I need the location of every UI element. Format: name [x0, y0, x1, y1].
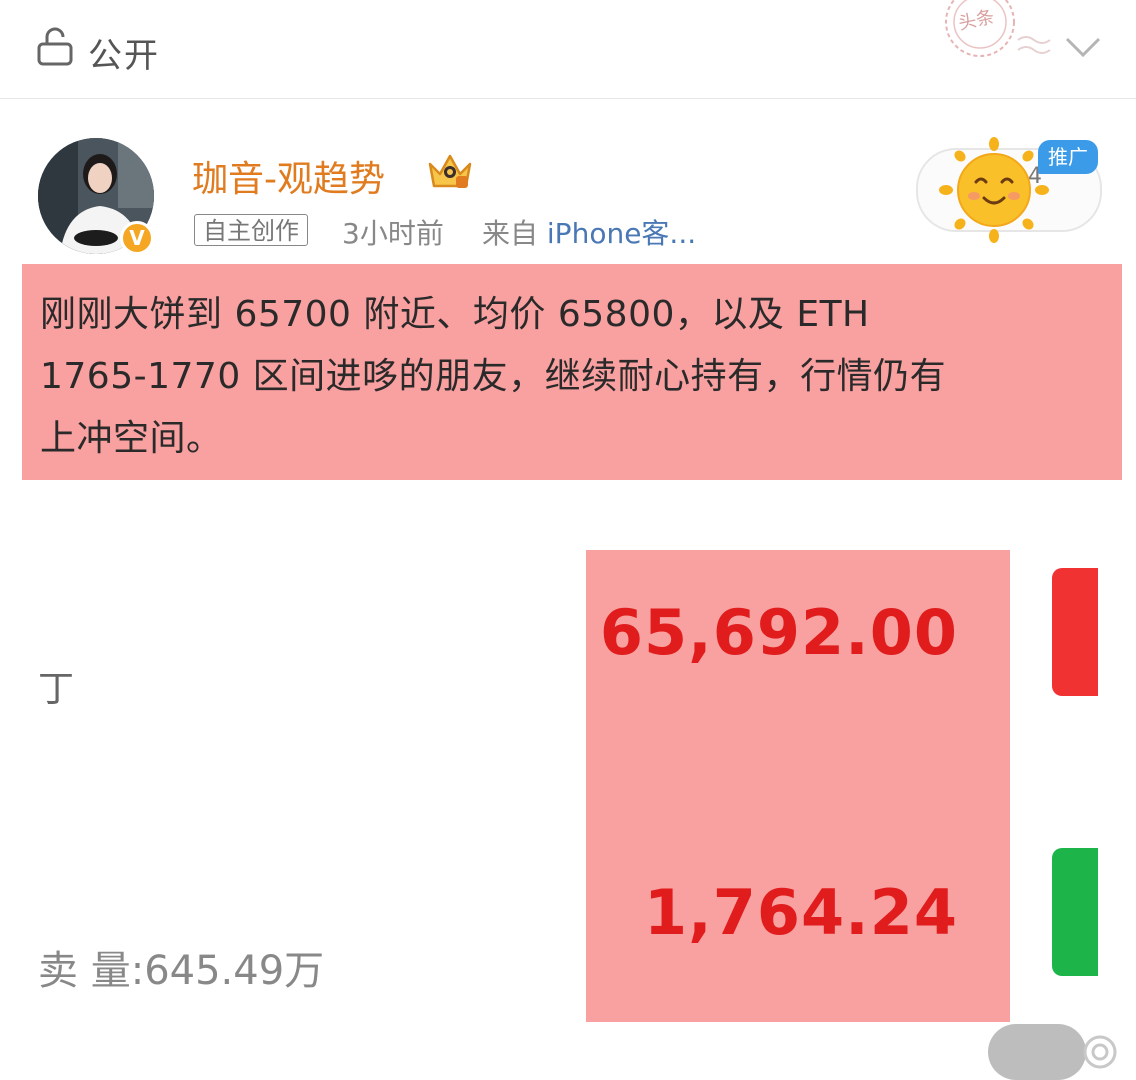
floating-button[interactable]: [988, 1024, 1086, 1080]
post-time: 3小时前: [342, 217, 444, 250]
source-brand[interactable]: iPhone客...: [547, 217, 696, 250]
privacy-label[interactable]: 公开: [88, 28, 160, 77]
promo-badge[interactable]: 推广: [1038, 140, 1098, 174]
edge-icon: [1083, 1035, 1117, 1069]
volume-text: 卖 量:645.49万: [38, 948, 325, 994]
post-text-line: 刚刚大饼到 65700 附近、均价 65800，以及 ETH: [40, 294, 870, 335]
lock-icon[interactable]: [36, 26, 74, 66]
down-indicator-bar: [1052, 848, 1098, 976]
post-text: 刚刚大饼到 65700 附近、均价 65800，以及 ETH 1765-1770…: [22, 264, 1122, 480]
author-name[interactable]: 珈音-观趋势: [192, 150, 385, 202]
chevron-down-icon[interactable]: [1064, 34, 1102, 60]
up-indicator-bar: [1052, 568, 1098, 696]
partial-text: 丁: [38, 669, 75, 710]
btc-price: 65,692.00: [599, 596, 958, 669]
sun-icon[interactable]: [934, 130, 1054, 250]
post-text-line: 1765-1770 区间进哆的朋友，继续耐心持有，行情仍有: [40, 356, 947, 397]
post-source: 来自 iPhone客...: [482, 212, 696, 252]
crown-icon[interactable]: [426, 150, 474, 192]
top-bar: 公开 头条: [0, 0, 1136, 99]
source-prefix: 来自: [482, 217, 547, 250]
eth-price: 1,764.24: [644, 876, 958, 949]
stamp-icon: [945, 0, 1051, 57]
verified-badge: V: [120, 221, 154, 255]
original-tag: 自主创作: [194, 214, 308, 246]
post-text-line: 上冲空间。: [40, 418, 223, 459]
